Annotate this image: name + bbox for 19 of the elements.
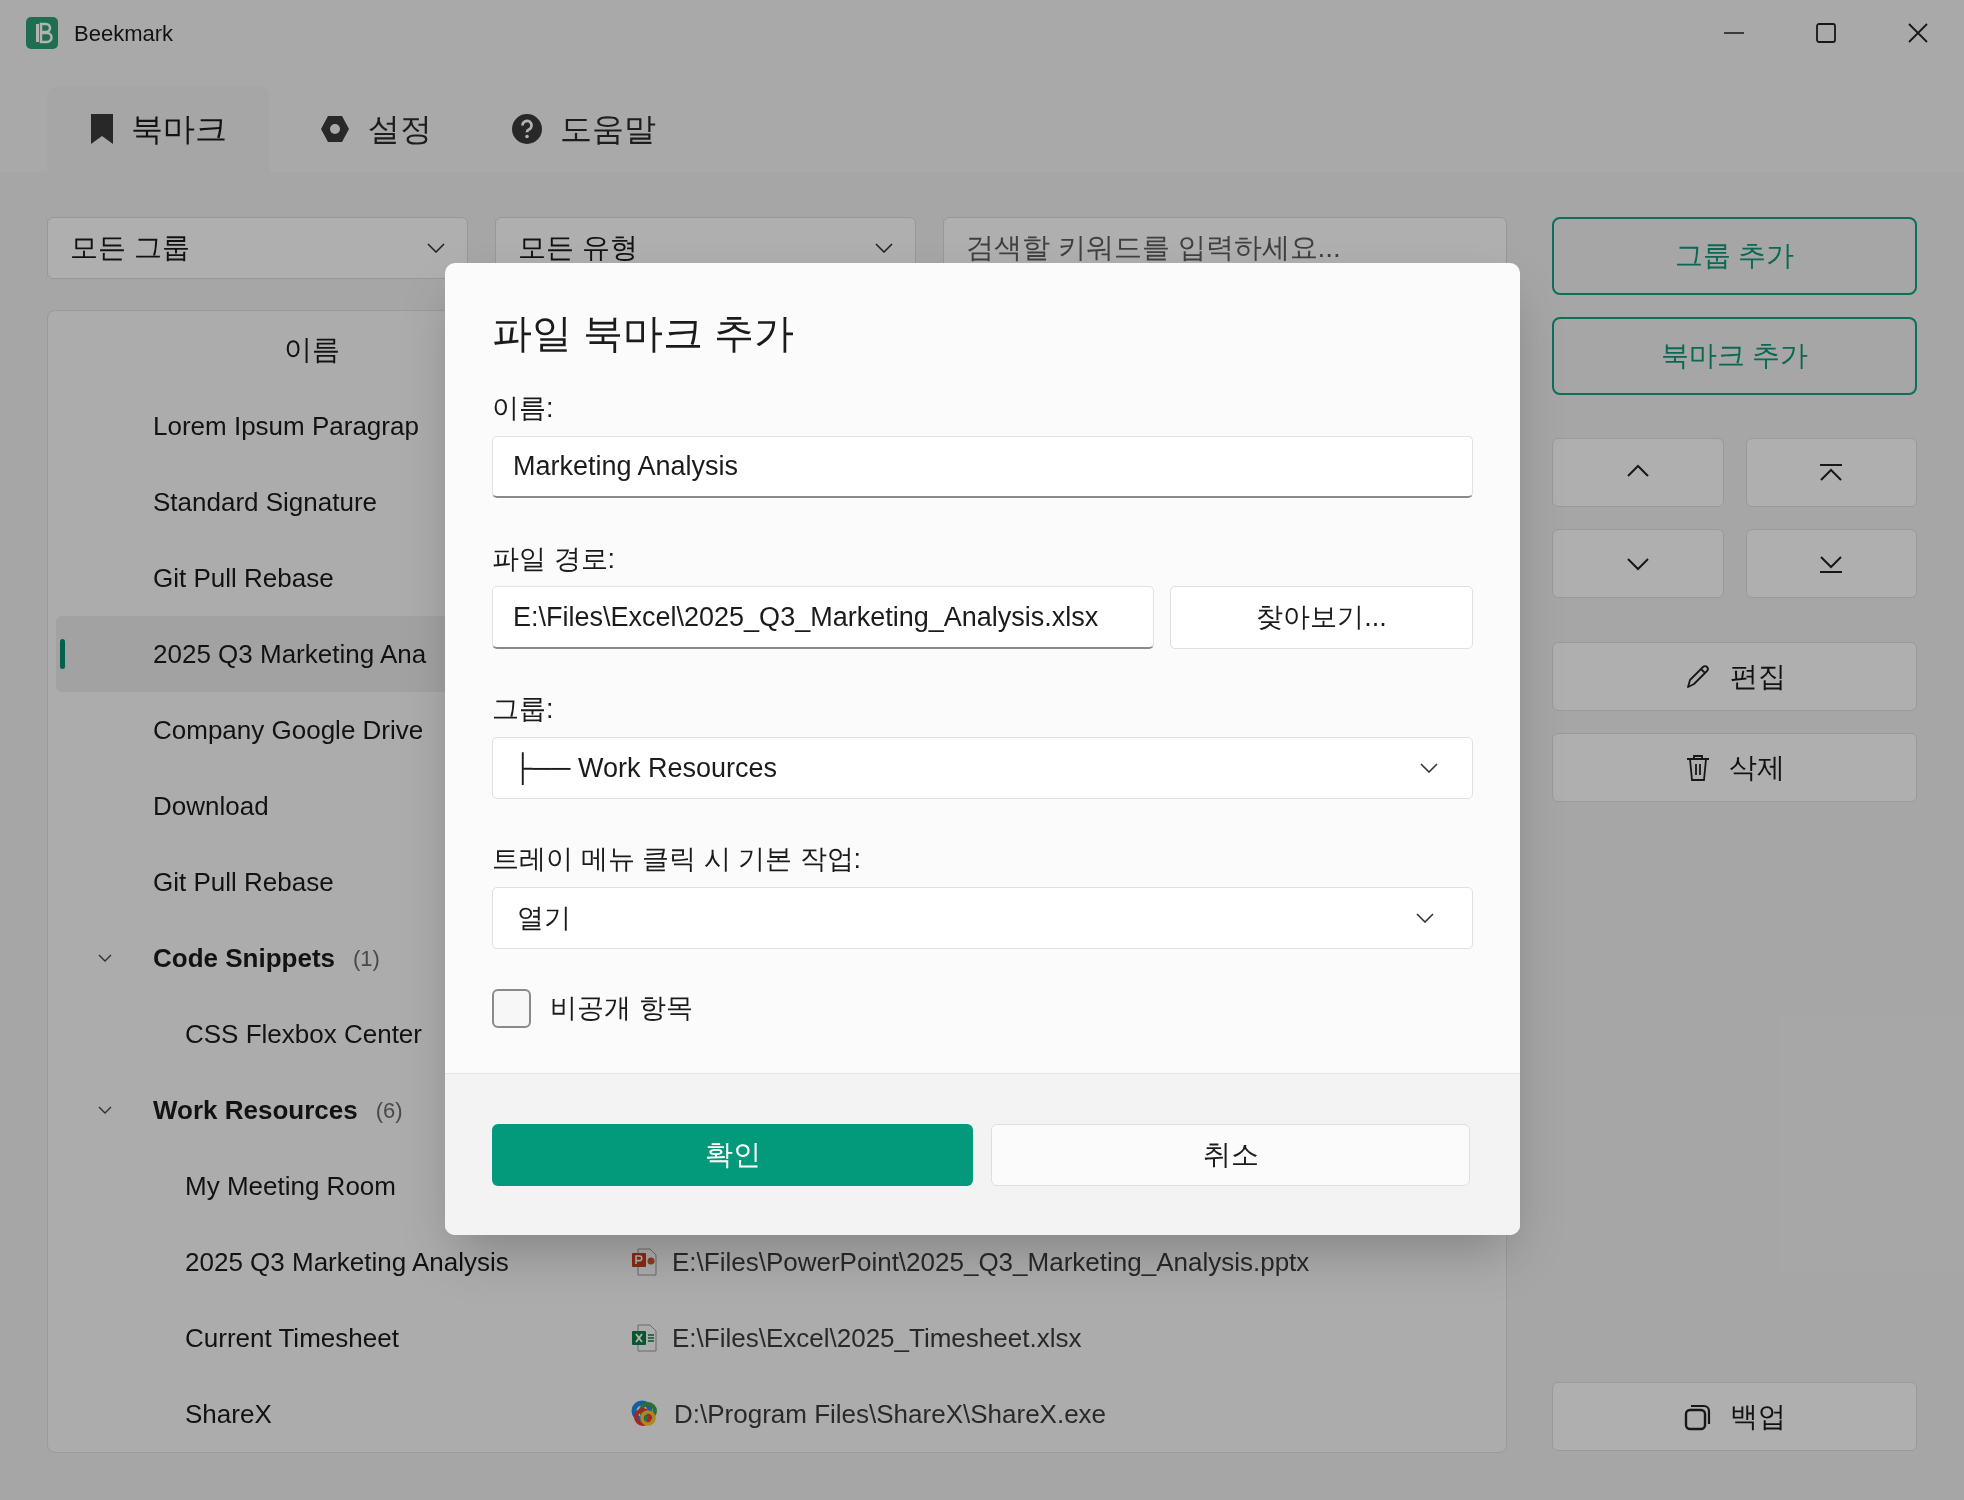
field-label: 트레이 메뉴 클릭 시 기본 작업: bbox=[492, 843, 862, 876]
checkbox-label: 비공개 항목 bbox=[550, 992, 693, 1025]
file-path: E:\Files\PowerPoint\2025_Q3_Marketing_Analysis.pptx bbox=[672, 1245, 1310, 1279]
field-label: 그룹: bbox=[492, 693, 555, 726]
bookmark-name: Current Timesheet bbox=[185, 1321, 399, 1355]
group-name: Code Snippets bbox=[153, 941, 335, 975]
group-name: Work Resources bbox=[153, 1093, 358, 1127]
window-title: Beekmark bbox=[74, 19, 174, 48]
field-label: 파일 경로: bbox=[492, 543, 616, 576]
item-count: (1) bbox=[353, 944, 380, 973]
field-label: 이름: bbox=[492, 392, 555, 425]
dialog-title: 파일 북마크 추가 bbox=[492, 310, 796, 357]
bookmark-name: 2025 Q3 Marketing Analysis bbox=[185, 1245, 509, 1279]
file-path: E:\Files\Excel\2025_Timesheet.xlsx bbox=[672, 1321, 1082, 1355]
bookmark-name: Download bbox=[153, 789, 269, 823]
bookmark-name: 2025 Q3 Marketing Ana bbox=[153, 637, 427, 671]
bookmark-name: ShareX bbox=[185, 1397, 272, 1431]
file-path: D:\Program Files\ShareX\ShareX.exe bbox=[674, 1397, 1107, 1431]
item-count: (6) bbox=[375, 1096, 403, 1125]
